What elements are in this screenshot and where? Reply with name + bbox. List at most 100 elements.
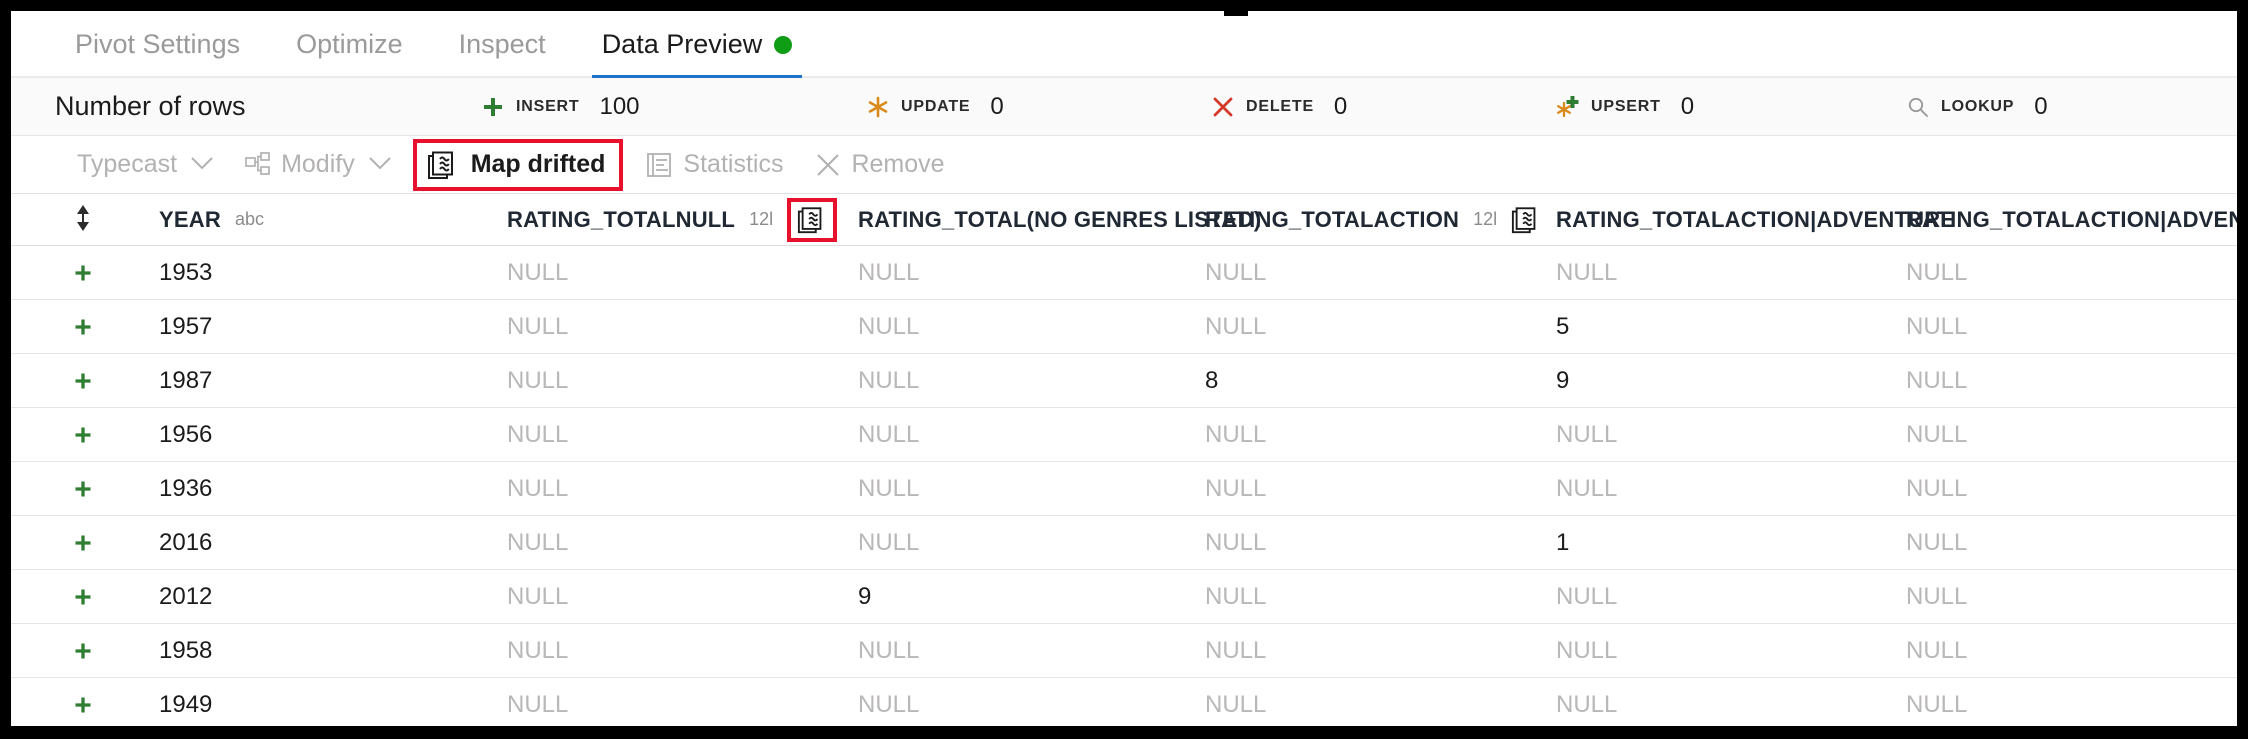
column-drifted-icon[interactable] (1511, 205, 1541, 235)
cell-value: NULL (1205, 474, 1267, 502)
table-row[interactable]: 1957 NULL NULL NULL 5 NULL (11, 300, 2237, 354)
cell-value: NULL (858, 474, 920, 502)
cell-value: NULL (1906, 636, 1968, 664)
tab-data-preview[interactable]: Data Preview (574, 11, 821, 80)
stat-delete: DELETE 0 (1211, 93, 1347, 121)
column-header[interactable]: RATING_TOTALACTION 12l (1205, 194, 1541, 245)
cell-value: NULL (1906, 474, 1968, 502)
row-insert-marker-icon (73, 624, 93, 677)
cell-value: NULL (507, 366, 569, 394)
cell-value: 1 (1556, 528, 1570, 556)
table-row[interactable]: 1958 NULL NULL NULL NULL NULL (11, 624, 2237, 678)
table-row[interactable]: 1987 NULL NULL 8 9 NULL (11, 354, 2237, 408)
column-header[interactable]: RATING_TOTAL(NO GENRES LISTED) (858, 194, 1261, 245)
plus-icon (481, 95, 505, 119)
sort-toggle[interactable] (73, 194, 93, 245)
asterisk-icon (866, 95, 890, 119)
panel-content: Pivot Settings Optimize Inspect Data Previe… (11, 11, 2237, 726)
cell-value-container: NULL (858, 354, 919, 407)
stat-value: 100 (599, 92, 640, 120)
upsert-icon (1556, 95, 1580, 119)
cell-value-container: NULL (1556, 462, 1617, 515)
row-insert-marker-icon (73, 300, 93, 353)
row-insert-marker-icon (73, 462, 93, 515)
cell-value: 5 (1556, 312, 1570, 340)
column-header[interactable]: RATING_TOTALNULL 12l (507, 194, 838, 245)
table-row[interactable]: 1956 NULL NULL NULL NULL NULL (11, 408, 2237, 462)
cell-value: NULL (858, 636, 920, 664)
column-header[interactable]: RATING_TOTALACTION|ADVENTURE|A (1906, 194, 2237, 245)
column-header[interactable]: YEAR abc (159, 194, 264, 245)
cell-value-container: NULL (1906, 462, 1967, 515)
stat-value: 0 (1680, 92, 1695, 120)
cell-value-container: NULL (858, 516, 919, 569)
cell-value: NULL (1906, 582, 1968, 610)
window-frame-right (2237, 0, 2248, 739)
row-insert-marker-icon (73, 408, 93, 461)
cell-value-container: NULL (1556, 570, 1617, 623)
column-type-label: 12l (749, 209, 774, 229)
typecast-label: Typecast (77, 150, 178, 178)
modify-icon (245, 151, 271, 178)
cell-value: 1957 (159, 312, 213, 340)
column-header[interactable]: RATING_TOTALACTION|ADVENTURE (1556, 194, 1955, 245)
data-grid: YEAR abc RATING_TOTALNULL 12l RATING_TOTAL(N… (11, 194, 2237, 726)
map-drifted-icon (427, 149, 459, 181)
data-preview-screen: Pivot Settings Optimize Inspect Data Previe… (0, 0, 2248, 739)
cell-year: 2016 (159, 516, 212, 569)
panel-drag-handle[interactable] (1224, 10, 1248, 16)
remove-button[interactable]: Remove (799, 143, 960, 187)
table-row[interactable]: 1949 NULL NULL NULL NULL NULL (11, 678, 2237, 726)
cell-year: 1958 (159, 624, 212, 677)
row-count-bar: Number of rows INSERT 100 UPDATE 0 DELETE 0 UP… (11, 78, 2237, 136)
search-icon (1906, 95, 1930, 119)
cell-value: 8 (1205, 366, 1219, 394)
cell-value: 1956 (159, 420, 213, 448)
cell-value: NULL (858, 312, 920, 340)
statistics-icon (645, 151, 673, 179)
modify-button[interactable]: Modify (229, 143, 407, 187)
cell-value-container: NULL (1906, 678, 1967, 726)
table-row[interactable]: 1953 NULL NULL NULL NULL NULL (11, 246, 2237, 300)
stat-value: 0 (1333, 92, 1348, 120)
cell-value-container: NULL (507, 354, 568, 407)
cell-value-container: 5 (1556, 300, 1569, 353)
typecast-button[interactable]: Typecast (61, 143, 229, 187)
cell-value-container: NULL (507, 246, 568, 299)
column-header-label: RATING_TOTALACTION (1205, 206, 1460, 232)
cell-value-container: NULL (858, 678, 919, 726)
cell-value: 1936 (159, 474, 213, 502)
cell-value-container: NULL (858, 408, 919, 461)
stat-value: 0 (990, 92, 1004, 120)
cell-value-container: NULL (1906, 408, 1967, 461)
cell-value-container: 8 (1205, 354, 1218, 407)
tab-label: Optimize (296, 29, 403, 59)
row-insert-marker-icon (73, 246, 93, 299)
window-frame-left (0, 0, 11, 739)
tab-status-dot-icon (774, 35, 793, 54)
cell-value: NULL (1205, 258, 1267, 286)
map-drifted-label: Map drifted (470, 150, 606, 178)
chevron-down-icon (191, 155, 213, 175)
table-row[interactable]: 2016 NULL NULL NULL 1 NULL (11, 516, 2237, 570)
cell-value: NULL (507, 582, 569, 610)
table-row[interactable]: 1936 NULL NULL NULL NULL NULL (11, 462, 2237, 516)
column-drifted-icon[interactable] (787, 197, 838, 242)
tab-label: Inspect (458, 29, 546, 59)
statistics-button[interactable]: Statistics (629, 143, 799, 187)
cell-value: NULL (1205, 312, 1267, 340)
grid-toolbar: Typecast Modify Map drifted Statistics R… (11, 136, 2237, 194)
table-row[interactable]: 2012 NULL 9 NULL NULL NULL (11, 570, 2237, 624)
tab-optimize[interactable]: Optimize (268, 11, 431, 78)
cell-year: 1949 (159, 678, 212, 726)
cell-value-container: NULL (1205, 408, 1266, 461)
cell-year: 1987 (159, 354, 212, 407)
cell-value: NULL (1906, 258, 1968, 286)
stat-label: UPSERT (1591, 97, 1661, 115)
cell-value-container: NULL (1906, 624, 1967, 677)
tab-inspect[interactable]: Inspect (431, 11, 574, 78)
tab-pivot-settings[interactable]: Pivot Settings (47, 11, 268, 78)
column-type-label: 12l (1473, 209, 1498, 229)
cell-value: 1958 (159, 636, 213, 664)
map-drifted-button[interactable]: Map drifted (412, 138, 624, 191)
